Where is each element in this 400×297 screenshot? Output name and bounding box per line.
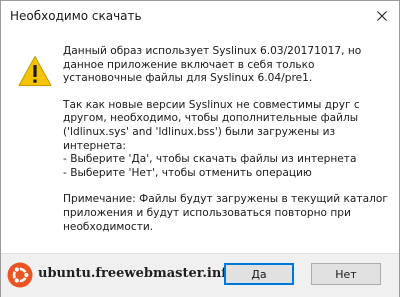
message-text: Данный образ использует Syslinux 6.03/20… bbox=[63, 45, 393, 247]
close-button[interactable] bbox=[365, 1, 399, 31]
dialog-window: Необходимо скачать Данный образ использу… bbox=[0, 0, 400, 297]
window-title: Необходимо скачать bbox=[10, 9, 142, 23]
watermark-text: ubuntu.freewebmaster.info bbox=[38, 266, 236, 281]
message-paragraph-2: Так как новые версии Syslinux не совмест… bbox=[63, 98, 360, 179]
close-icon bbox=[377, 11, 387, 21]
warning-icon bbox=[18, 56, 52, 86]
ubuntu-logo-icon bbox=[7, 262, 33, 288]
no-button[interactable]: Нет bbox=[311, 263, 381, 285]
yes-button[interactable]: Да bbox=[224, 263, 294, 285]
dialog-content: Данный образ использует Syslinux 6.03/20… bbox=[1, 31, 399, 253]
title-bar[interactable]: Необходимо скачать bbox=[1, 1, 399, 31]
button-bar: ubuntu.freewebmaster.info Да Нет bbox=[1, 253, 399, 297]
message-paragraph-1: Данный образ использует Syslinux 6.03/20… bbox=[63, 45, 362, 85]
message-paragraph-3: Примечание: Файлы будут загружены в теку… bbox=[63, 193, 388, 233]
